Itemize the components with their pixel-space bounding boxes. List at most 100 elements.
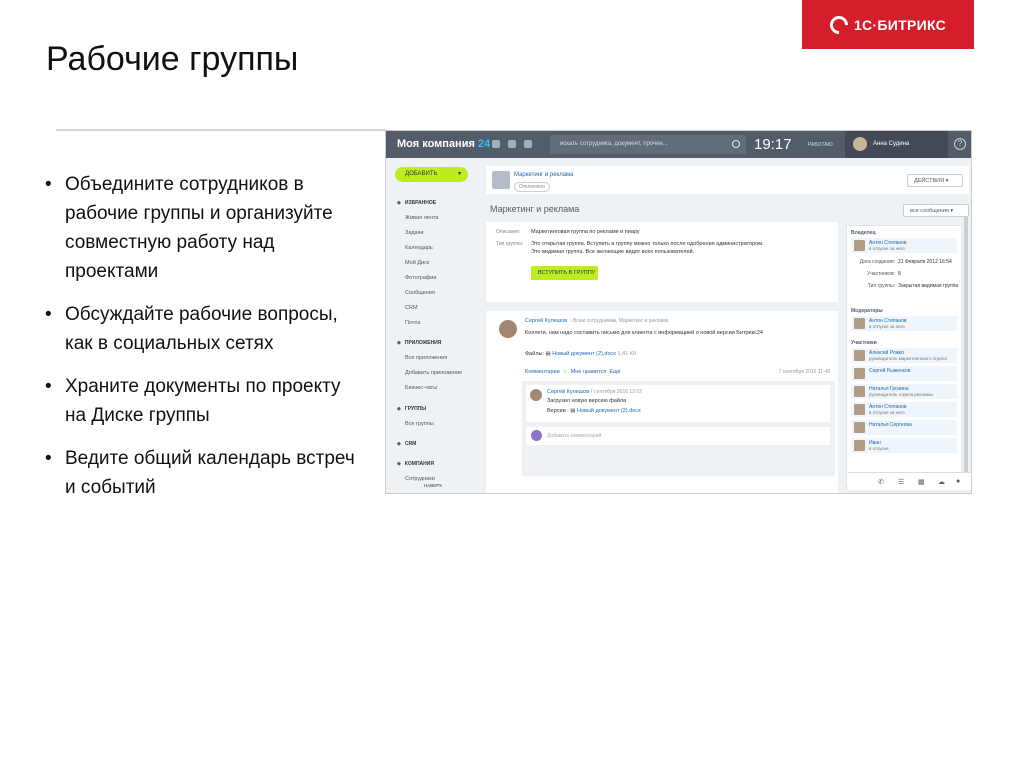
top-bar: Моя компания 24 искать сотрудника, докум… (386, 131, 971, 158)
file-link[interactable]: Новый документ (2).docx (577, 408, 641, 414)
user-name: Анна Судина (873, 141, 910, 147)
avatar[interactable] (499, 320, 517, 338)
comment: Сергей Кулешов 7 сентября 2016 12:02 Заг… (526, 385, 830, 422)
owner-row[interactable]: Антон Степанов в отпуске за него (851, 238, 957, 253)
brand-name: Моя компания (397, 138, 475, 150)
bottom-toolbar: ✆ ☰ ▦ ☁ ● (848, 472, 971, 490)
avatar[interactable] (530, 389, 542, 401)
bullet-item: Храните документы по проекту на Диске гр… (45, 372, 365, 430)
member-name[interactable]: Наталья Сергеева (869, 422, 912, 428)
scrollbar[interactable] (964, 216, 968, 486)
search-placeholder: искать сотрудника, документ, прочее... (560, 141, 668, 147)
sidebar-header-favorites[interactable]: ИЗБРАННОЕ (397, 200, 436, 206)
doc-icon: ▤ (545, 351, 551, 357)
actions-dropdown[interactable]: ДЕЙСТВИЯ ▾ (907, 174, 963, 187)
messages-filter[interactable]: все сообщения ▾ (903, 204, 969, 217)
contacts-icon[interactable]: ☰ (898, 478, 904, 486)
add-button-label: ДОБАВИТЬ (405, 171, 438, 177)
post-files: Файлы: ▤ Новый документ (2).docx 1,41 Кб (525, 351, 636, 357)
member-row[interactable]: Сергей Рыженков (851, 366, 957, 381)
avatar (854, 368, 865, 379)
created-date: Дата создания: 21 Февраля 2012 16:54 (851, 259, 952, 265)
sidebar-item-business-chats[interactable]: Бизнес-чаты (405, 385, 437, 391)
comment-author[interactable]: Сергей Кулешов (547, 389, 589, 395)
sidebar-item-live-feed[interactable]: Живая лента (405, 215, 438, 221)
bullet-item: Объедините сотрудников в рабочие группы … (45, 170, 365, 286)
post-author[interactable]: Сергей Кулешов (525, 318, 567, 324)
cloud-icon[interactable] (524, 140, 532, 148)
description-label: Описание: (496, 229, 521, 235)
join-group-button[interactable]: ВСТУПИТЬ В ГРУППУ (531, 266, 598, 280)
notifications-icon[interactable] (492, 140, 500, 148)
scroll-top-link[interactable]: НАВЕРХ (424, 483, 442, 488)
user-menu[interactable]: Анна Судина (845, 131, 948, 158)
search-icon[interactable] (732, 140, 740, 148)
chat-icon[interactable]: ● (956, 478, 960, 485)
member-position: в отпуске за него (869, 410, 905, 415)
sidebar-item-crm[interactable]: CRM (405, 305, 418, 311)
description-card: Описание: Маркетинговая группа по реклам… (486, 222, 838, 302)
member-row[interactable]: Иван в отпуске (851, 438, 957, 453)
sidebar-item-all-apps[interactable]: Все приложения (405, 355, 447, 361)
sidebar: ДОБАВИТЬ ▾ ИЗБРАННОЕ Живая лента Задачи … (386, 158, 486, 493)
doc-icon: ▤ (570, 408, 576, 414)
group-title[interactable]: Маркетинг и реклама (514, 172, 574, 178)
avatar (853, 137, 867, 151)
help-icon[interactable]: ? (954, 138, 966, 150)
members-count: Участников: 8 (851, 271, 901, 277)
sidebar-item-drive[interactable]: Мой Диск (405, 260, 429, 266)
member-row[interactable]: Алексей Рожко руководитель маркетинговог… (851, 348, 957, 363)
member-position: руководитель маркетингового отдела (869, 356, 947, 361)
feed-post: Сергей Кулешов › Всем сотрудникам, Марке… (486, 311, 838, 493)
member-row[interactable]: Антон Степанов в отпуске за него (851, 402, 957, 417)
sidebar-item-employees[interactable]: Сотрудники (405, 476, 435, 482)
member-row[interactable]: Наталья Сергеева (851, 420, 957, 435)
add-button[interactable]: ДОБАВИТЬ ▾ (395, 167, 468, 182)
member-name[interactable]: Сергей Рыженков (869, 368, 910, 374)
comment-input[interactable]: Добавить комментарий (547, 433, 601, 439)
sidebar-header-apps[interactable]: ПРИЛОЖЕНИЯ (397, 340, 442, 346)
comment-link[interactable]: Комментарии (525, 369, 560, 375)
sidebar-item-mail[interactable]: Почта (405, 320, 420, 326)
work-status[interactable]: РАБОТАЮ (808, 142, 833, 148)
sidebar-item-tasks[interactable]: Задачи (405, 230, 423, 236)
messages-icon[interactable] (508, 140, 516, 148)
moderator-row[interactable]: Антон Степанов в отпуске за него (851, 316, 957, 331)
cloud-icon[interactable]: ☁ (938, 478, 945, 486)
main-content: Маркетинг и реклама Отключено ДЕЙСТВИЯ ▾… (486, 158, 971, 493)
logo-text: 1С·БИТРИКС (853, 16, 947, 33)
sidebar-item-all-groups[interactable]: Все группы (405, 421, 434, 427)
file-size: 1,41 Кб (617, 351, 637, 357)
clock[interactable]: 19:17 (754, 136, 792, 153)
calendar-icon[interactable]: ▦ (918, 478, 925, 486)
more-link[interactable]: Ещё (609, 369, 620, 375)
search-input[interactable]: искать сотрудника, документ, прочее... (550, 135, 746, 154)
portal-brand[interactable]: Моя компания 24 (397, 138, 490, 150)
sidebar-item-photos[interactable]: Фотографии (405, 275, 436, 281)
sidebar-item-messages[interactable]: Сообщения (405, 290, 435, 296)
sidebar-item-calendar[interactable]: Календарь (405, 245, 433, 251)
star-icon[interactable]: ☆ (563, 369, 568, 375)
portal-screenshot: Моя компания 24 искать сотрудника, докум… (385, 130, 972, 494)
group-type: Тип группы: Закрытая видимая группа (851, 283, 961, 289)
phone-icon[interactable]: ✆ (878, 478, 884, 486)
add-comment-box[interactable]: Добавить комментарий (526, 427, 830, 445)
versions-label: Версии : (547, 408, 569, 414)
sidebar-header-company[interactable]: КОМПАНИЯ (397, 461, 434, 467)
avatar (854, 404, 865, 415)
members-header: Участники (851, 340, 877, 346)
file-link[interactable]: Новый документ (2).docx (552, 351, 616, 357)
bitrix-logo-icon (826, 11, 852, 38)
avatar (531, 430, 542, 441)
member-row[interactable]: Наталья Грозина руководитель отдела рекл… (851, 384, 957, 399)
group-type-label: Тип группы: (496, 241, 524, 247)
type-value: Закрытая видимая группа (898, 283, 959, 289)
sidebar-item-add-app[interactable]: Добавить приложение (405, 370, 462, 376)
members-value: 8 (898, 271, 901, 277)
bullet-list: Объедините сотрудников в рабочие группы … (45, 170, 365, 516)
group-type-value: Это открытая группа. Вступить в группу м… (531, 241, 764, 247)
avatar (854, 350, 865, 361)
like-link[interactable]: Мне нравится (571, 369, 607, 375)
sidebar-header-crm[interactable]: CRM (397, 441, 416, 447)
sidebar-header-groups[interactable]: ГРУППЫ (397, 406, 426, 412)
